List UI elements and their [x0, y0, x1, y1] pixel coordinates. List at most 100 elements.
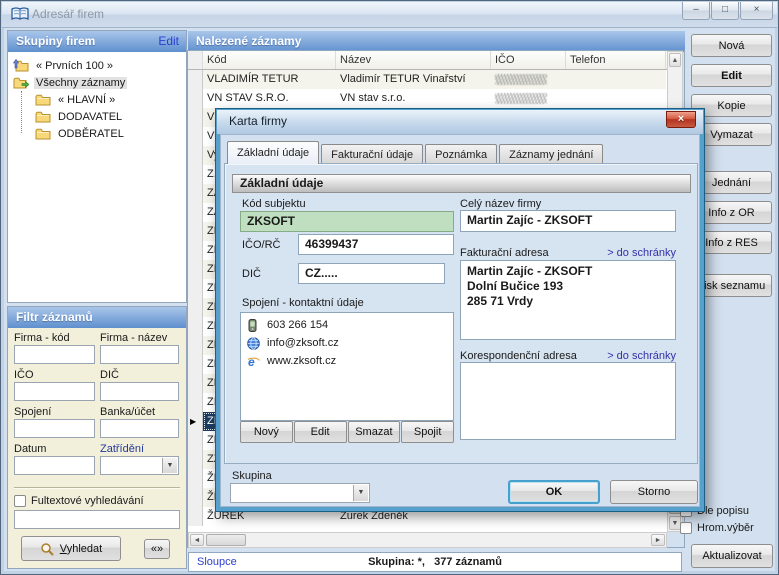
company-name-field[interactable]: Martin Zajíc - ZKSOFT [460, 210, 676, 232]
filter-select-zatrideni[interactable]: ▼ [100, 456, 179, 475]
records-panel-title: Nalezené záznamy [196, 34, 301, 48]
collapse-panel-button[interactable]: «» [144, 539, 170, 559]
tab-z-znamy-jedn-n-[interactable]: Záznamy jednání [499, 144, 603, 164]
table-row[interactable]: VLADIMÍR TETURVladimír TETUR Vinařství [188, 70, 667, 89]
filter-panel-title: Filtr záznamů [16, 310, 93, 324]
tree-item[interactable]: « Prvních 100 » [8, 57, 186, 74]
address-line: Dolní Bučice 193 [467, 279, 669, 294]
groups-edit-link[interactable]: Edit [158, 31, 179, 52]
invoice-clipboard-link[interactable]: > do schránky [584, 247, 676, 259]
contact-item[interactable]: ewww.zksoft.cz [241, 352, 453, 370]
dialog-title: Karta firmy [229, 114, 287, 128]
dic-field[interactable]: CZ..... [298, 263, 445, 284]
fulltext-checkbox[interactable] [14, 495, 26, 507]
hscroll-thumb[interactable] [206, 534, 246, 546]
contacts-listbox[interactable]: 603 266 154 info@zksoft.cz ewww.zksoft.cz [240, 312, 454, 421]
row-gutter [188, 165, 203, 184]
filter-label: DIČ [100, 369, 179, 382]
table-row[interactable]: VN STAV S.R.O.VN stav s.r.o. [188, 89, 667, 108]
filter-input[interactable] [100, 419, 179, 438]
tab-pozn-mka[interactable]: Poznámka [425, 144, 497, 164]
tree-item-label: ODBĚRATEL [56, 128, 126, 140]
maximize-button[interactable]: □ [711, 2, 739, 20]
records-panel-header: Nalezené záznamy [188, 31, 685, 52]
contact-item[interactable]: 603 266 154 [241, 316, 453, 334]
contact-edit-button[interactable]: Edit [294, 421, 347, 443]
contact-spojit-button[interactable]: Spojit [401, 421, 454, 443]
filter-input[interactable] [14, 419, 95, 438]
action-button-nov-[interactable]: Nová [691, 34, 772, 57]
tree-item[interactable]: ODBĚRATEL [8, 125, 186, 142]
action-button-edit[interactable]: Edit [691, 64, 772, 87]
ico-field[interactable]: 46399437 [298, 234, 454, 255]
chevron-down-icon[interactable]: ▼ [353, 485, 368, 501]
window-titlebar [2, 2, 777, 28]
filter-label: Firma - kód [14, 332, 95, 345]
postal-address-label: Korespondenční adresa [460, 350, 577, 362]
dialog-close-icon[interactable]: × [666, 111, 696, 128]
postal-clipboard-link[interactable]: > do schránky [584, 350, 676, 362]
invoice-address-label: Fakturační adresa [460, 247, 549, 259]
chevron-down-icon[interactable]: ▼ [162, 458, 177, 473]
folder-icon [35, 127, 52, 140]
bulk-select-row: Hrom.výběr [680, 522, 754, 534]
column-header[interactable]: Kód [203, 51, 336, 69]
tab-z-kladn-daje[interactable]: Základní údaje [227, 141, 319, 164]
subject-code-field[interactable]: ZKSOFT [240, 211, 454, 232]
row-gutter [188, 203, 203, 222]
tree-item[interactable]: Všechny záznamy [8, 74, 186, 91]
company-card-dialog: Karta firmy × Základní údajeFakturační ú… [215, 108, 705, 512]
filter-label: Zatřídění [100, 443, 179, 456]
filter-label: IČO [14, 369, 95, 382]
folder-icon [35, 93, 52, 106]
tree-item[interactable]: « HLAVNÍ » [8, 91, 186, 108]
column-header-row: KódNázevIČOTelefon [188, 51, 667, 70]
update-button[interactable]: Aktualizovat [691, 544, 773, 568]
filter-input[interactable] [100, 345, 179, 364]
filter-input[interactable] [14, 345, 95, 364]
minimize-button[interactable]: – [682, 2, 710, 20]
company-name-label: Celý název firmy [460, 198, 541, 210]
records-hscrollbar[interactable]: ◄ ► [188, 532, 667, 548]
column-header[interactable]: IČO [491, 51, 566, 69]
contact-smazat-button[interactable]: Smazat [348, 421, 401, 443]
bulk-select-checkbox[interactable] [680, 522, 692, 534]
tree-item[interactable]: DODAVATEL [8, 108, 186, 125]
ok-button[interactable]: OK [508, 480, 600, 504]
redacted-value [495, 93, 547, 104]
row-gutter [188, 222, 203, 241]
fulltext-input[interactable] [14, 510, 180, 529]
column-header[interactable]: Název [336, 51, 491, 69]
scroll-up-icon[interactable]: ▲ [669, 53, 681, 67]
row-gutter [188, 260, 203, 279]
redacted-value [495, 74, 547, 85]
filter-input[interactable] [14, 382, 95, 401]
postal-address-box[interactable] [460, 362, 676, 440]
column-header[interactable]: Telefon [566, 51, 666, 69]
search-button[interactable]: Vyhledat [21, 536, 121, 561]
contact-nov--button[interactable]: Nový [240, 421, 293, 443]
tab-faktura-n-daje[interactable]: Fakturační údaje [321, 144, 423, 164]
contacts-toolbar: NovýEditSmazatSpojit [240, 421, 454, 443]
filter-input[interactable] [14, 456, 95, 475]
close-button[interactable]: × [740, 2, 773, 20]
scroll-left-icon[interactable]: ◄ [190, 534, 204, 546]
invoice-address-box[interactable]: Martin Zajíc - ZKSOFTDolní Bučice 193285… [460, 260, 676, 340]
columns-link[interactable]: Sloupce [197, 556, 237, 568]
scroll-right-icon[interactable]: ► [651, 534, 665, 546]
row-gutter [188, 70, 203, 89]
cancel-button[interactable]: Storno [610, 480, 698, 504]
row-gutter [188, 431, 203, 450]
row-gutter [188, 298, 203, 317]
row-gutter [188, 336, 203, 355]
row-gutter [188, 469, 203, 488]
filter-label: Firma - název [100, 332, 179, 345]
filter-input[interactable] [100, 382, 179, 401]
address-line: 285 71 Vrdy [467, 294, 669, 309]
web-icon: e [247, 355, 260, 368]
cell-phone [566, 89, 666, 108]
cell-name: VN stav s.r.o. [336, 89, 491, 108]
contact-value: info@zksoft.cz [267, 337, 339, 349]
contact-item[interactable]: info@zksoft.cz [241, 334, 453, 352]
group-select[interactable]: ▼ [230, 483, 370, 503]
